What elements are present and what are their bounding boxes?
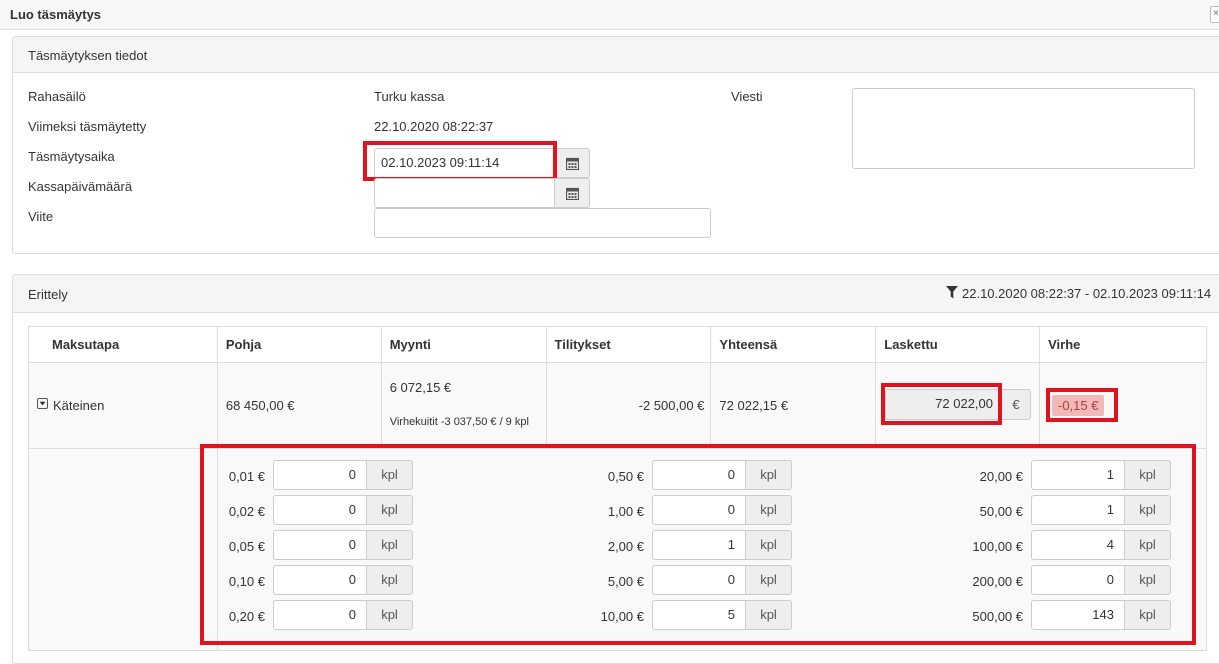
kassapaiva-calendar-button[interactable] [554,178,590,208]
erittely-panel-title: Erittely [28,287,68,302]
highlight-laskettu [881,383,1002,425]
tasmaytysaika-label: Täsmäytysaika [28,149,115,164]
calendar-icon [565,187,579,201]
rahasailo-value: Turku kassa [374,89,445,104]
col-virhe: Virhe [1039,326,1207,363]
cell-myynti: 6 072,15 € Virhekuitit -3 037,50 € / 9 k… [380,362,547,449]
col-maksutapa: Maksutapa [28,326,218,363]
maksutapa-text: Käteinen [53,398,105,413]
close-icon[interactable]: × [1210,6,1219,23]
col-myynti: Myynti [380,326,547,363]
cell-pohja: 68 450,00 € [216,362,382,449]
viimeksi-value: 22.10.2020 08:22:37 [374,119,494,134]
col-yhteensa: Yhteensä [710,326,877,363]
info-panel-header: Täsmäytyksen tiedot [13,37,1219,73]
window-title: Luo täsmäytys [10,7,102,22]
col-pohja: Pohja [216,326,382,363]
cell-tilitykset: -2 500,00 € [545,362,712,449]
highlight-virhe [1046,388,1118,422]
col-tilitykset: Tilitykset [545,326,712,363]
window-titlebar: Luo täsmäytys × [0,0,1219,30]
table-header-row: Maksutapa Pohja Myynti Tilitykset Yhteen… [28,326,1207,363]
laskettu-currency: € [1001,389,1031,420]
highlight-denominations [200,444,1196,645]
collapse-toggle-icon[interactable] [37,398,48,409]
viesti-textarea[interactable] [852,88,1195,169]
kassapaiva-input[interactable] [374,178,555,208]
cell-maksutapa: Käteinen [28,362,218,449]
cell-yhteensa: 72 022,15 € [710,362,877,449]
rahasailo-label: Rahasäilö [28,89,86,104]
filter-icon[interactable] [946,286,958,302]
myynti-note: Virhekuitit -3 037,50 € / 9 kpl [389,416,529,428]
highlight-tasmaytysaika [363,141,557,181]
viite-label: Viite [28,209,54,224]
myynti-value: 6 072,15 € [389,380,452,395]
viite-input[interactable] [374,208,711,238]
filter-range: 22.10.2020 08:22:37 - 02.10.2023 09:11:1… [962,286,1212,301]
viesti-label: Viesti [731,89,763,104]
calendar-icon [565,157,579,171]
kassapaiva-label: Kassapäivämäärä [28,179,133,194]
viimeksi-label: Viimeksi täsmäytetty [28,119,147,134]
info-panel-title: Täsmäytyksen tiedot [28,48,148,63]
tasmaytysaika-calendar-button[interactable] [554,148,590,178]
col-laskettu: Laskettu [875,326,1041,363]
